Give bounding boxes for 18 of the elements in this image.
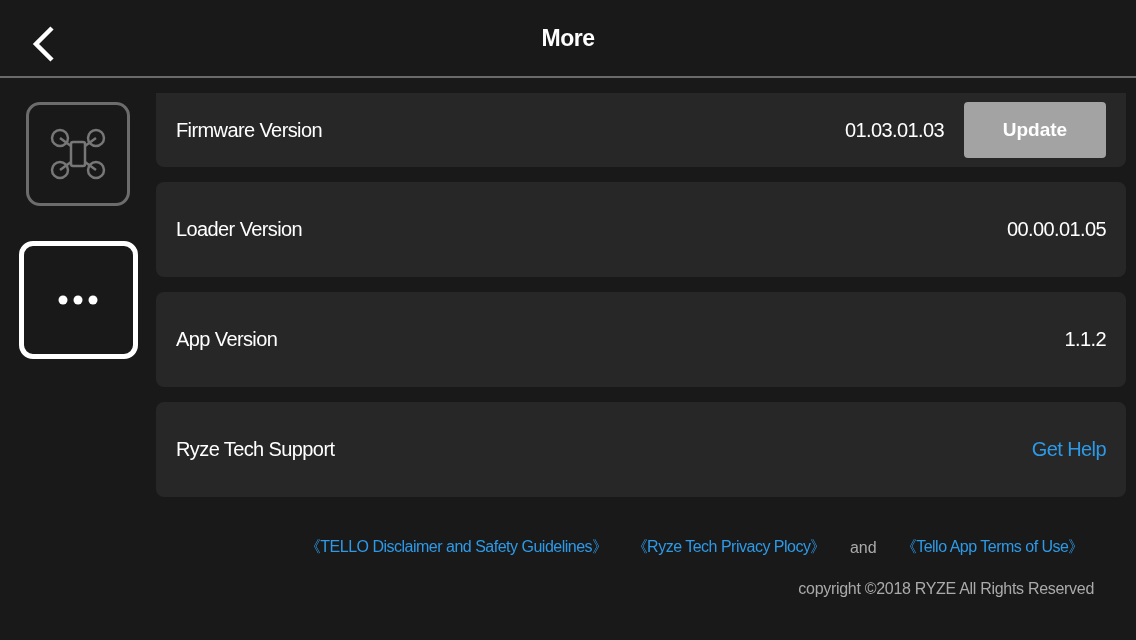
drone-tab[interactable] [26,102,130,206]
more-icon [58,295,98,305]
setting-label: Loader Version [176,218,304,241]
drone-icon [50,127,106,181]
setting-label: Firmware Version [176,118,323,142]
policy-link[interactable]: 《TELLO Disclaimer and Safety Guidelines》 [304,537,608,558]
footer-text: and [849,538,877,557]
setting-label: App Version [176,328,279,351]
policy-link[interactable]: 《Tello App Terms of Use》 [900,537,1084,558]
help-link[interactable]: Get Help [1031,438,1106,461]
setting-label: Ryze Tech Support [176,438,336,461]
more-tab[interactable] [18,241,138,359]
page-title: More [541,24,595,52]
version-value: 01.03.01.03 [844,118,944,142]
version-value: 1.1.2 [1064,328,1106,351]
version-value: 00.00.01.05 [1006,218,1106,241]
policy-link[interactable]: 《Ryze Tech Privacy Plocy》 [631,537,826,558]
copyright-text: copyright ©2018 RYZE All Rights Reserved [798,580,1094,598]
